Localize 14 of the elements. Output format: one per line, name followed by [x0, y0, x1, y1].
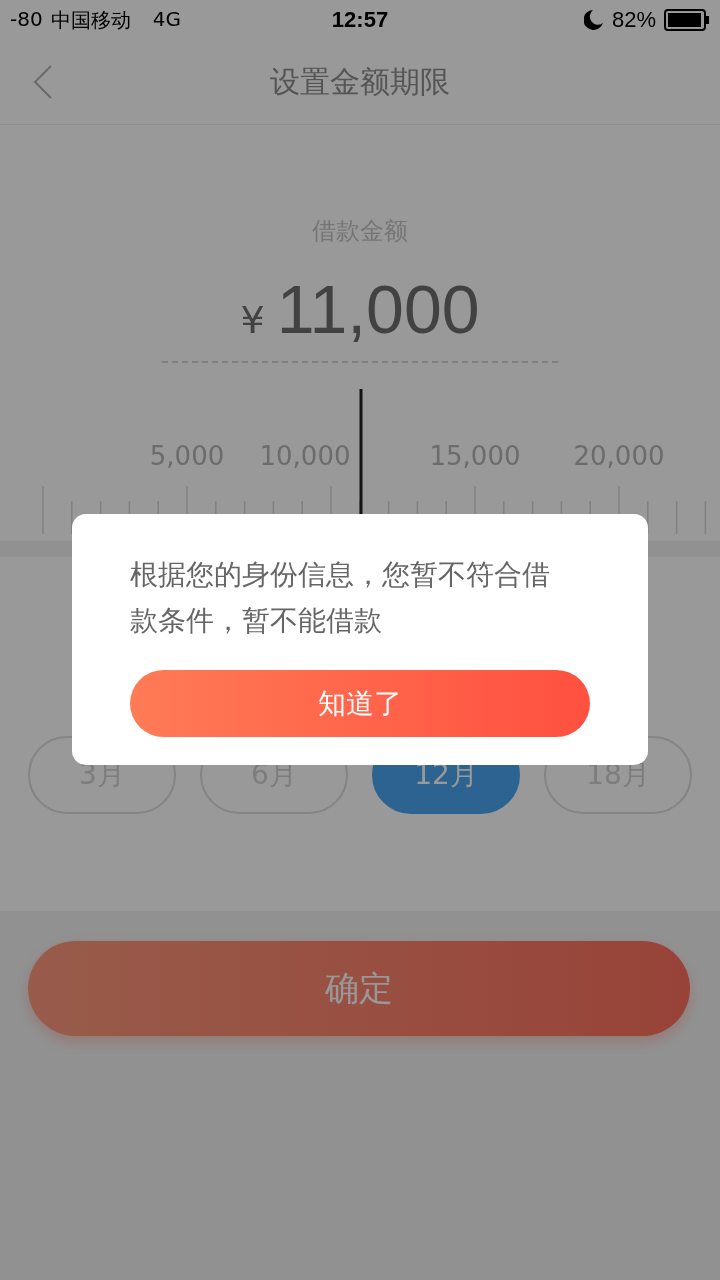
dialog-message: 根据您的身份信息，您暂不符合借款条件，暂不能借款	[130, 557, 551, 639]
moon-icon	[583, 9, 604, 31]
currency-symbol: ¥	[240, 298, 265, 342]
network-type: 4G	[152, 6, 181, 33]
confirm-button[interactable]: 确定	[28, 941, 690, 1036]
battery-percent: 82%	[611, 7, 656, 33]
acknowledge-button[interactable]: 知道了	[130, 670, 590, 737]
carrier-name: 中国移动	[50, 6, 131, 34]
clock-time: 12:57	[331, 7, 389, 33]
page-title: 设置金额期限	[270, 62, 450, 101]
battery-icon	[664, 9, 710, 31]
signal-strength: -80	[10, 6, 43, 33]
back-icon[interactable]	[33, 64, 53, 100]
loan-amount: 11,000	[276, 270, 480, 349]
